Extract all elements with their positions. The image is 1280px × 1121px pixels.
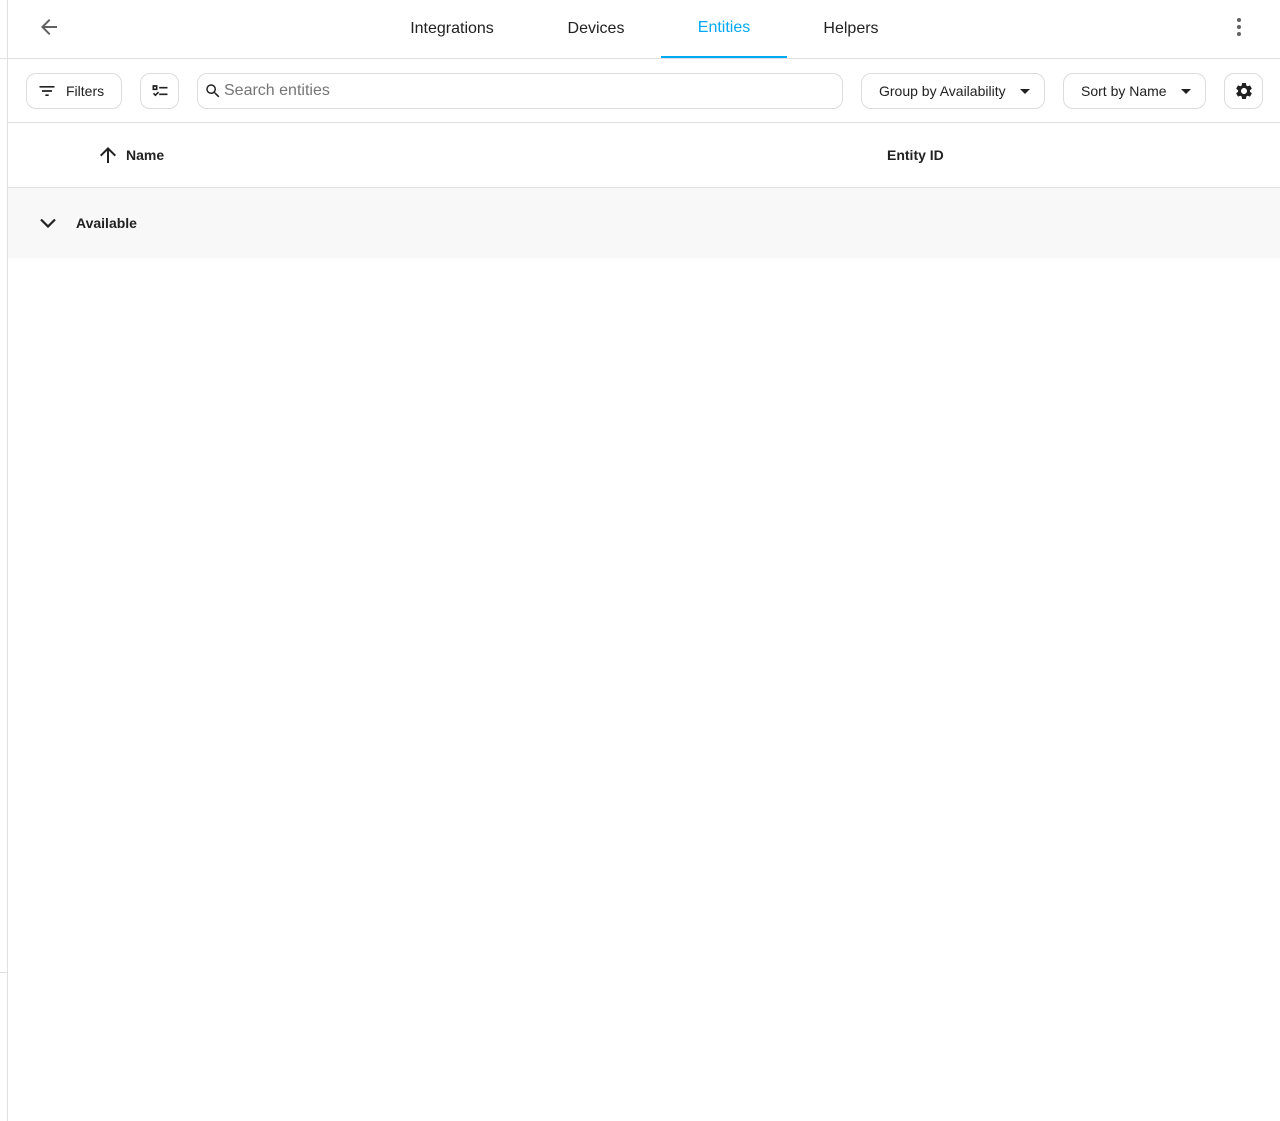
tab-label: Devices	[567, 20, 625, 37]
divider	[0, 972, 8, 973]
tab-helpers[interactable]: Helpers	[798, 0, 904, 58]
column-label: Entity ID	[887, 147, 944, 163]
search-icon	[206, 84, 220, 98]
selection-mode-button[interactable]	[140, 73, 179, 109]
table-settings-button[interactable]	[1224, 73, 1263, 109]
tab-label: Integrations	[410, 20, 494, 37]
tab-integrations[interactable]: Integrations	[386, 0, 518, 58]
top-app-bar: Integrations Devices Entities Helpers	[8, 0, 1280, 59]
tab-label: Helpers	[823, 20, 879, 37]
tab-devices[interactable]: Devices	[538, 0, 654, 58]
group-header-available[interactable]: Available	[8, 188, 1280, 258]
gear-icon	[1235, 83, 1252, 99]
more-options-button[interactable]	[1219, 7, 1259, 47]
divider	[0, 58, 8, 59]
sidebar-edge	[0, 0, 8, 1121]
group-by-button[interactable]: Group by Availability	[861, 73, 1045, 109]
search-input[interactable]	[224, 82, 824, 100]
chevron-down-icon	[40, 218, 56, 228]
column-header-name[interactable]: Name	[96, 123, 164, 187]
group-label: Available	[76, 215, 137, 231]
toolbar: Filters Group by Availability Sort by Na…	[8, 59, 1280, 123]
format-list-checks-icon	[152, 85, 167, 97]
column-label: Name	[126, 147, 165, 163]
filters-button[interactable]: Filters	[26, 73, 122, 109]
tab-label: Entities	[697, 19, 751, 36]
sort-by-button[interactable]: Sort by Name	[1063, 73, 1206, 109]
table-header: Name Entity ID	[8, 123, 1280, 188]
dots-vertical-icon	[1237, 18, 1241, 36]
tab-bar: Integrations Devices Entities Helpers	[8, 0, 1280, 58]
filter-icon	[39, 86, 55, 96]
caret-down-icon	[1020, 89, 1030, 94]
tab-entities[interactable]: Entities	[661, 0, 787, 58]
arrow-up-icon	[100, 147, 116, 163]
sort-by-label: Sort by Name	[1081, 83, 1167, 99]
filters-label: Filters	[66, 83, 105, 99]
search-field[interactable]	[197, 73, 843, 109]
column-header-entity-id[interactable]: Entity ID	[887, 123, 944, 187]
group-by-label: Group by Availability	[879, 83, 1006, 99]
caret-down-icon	[1181, 89, 1191, 94]
app-root: Integrations Devices Entities Helpers Fi…	[0, 0, 1280, 1121]
